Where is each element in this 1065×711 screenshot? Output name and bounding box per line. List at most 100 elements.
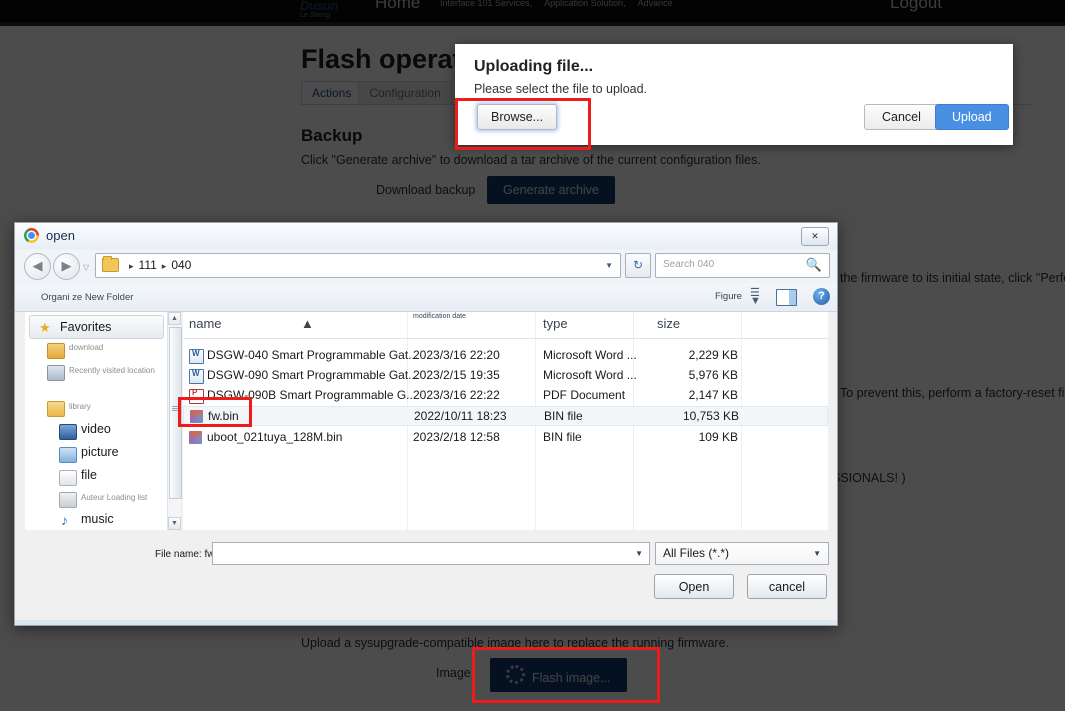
back-icon[interactable]: ◀ — [24, 253, 51, 280]
file-list-header: name ▲ modification date type size — [183, 312, 828, 339]
scroll-up-icon[interactable]: ▲ — [168, 312, 181, 325]
file-name: DSGW-040 Smart Programmable Gat... — [207, 348, 419, 362]
file-type: PDF Document — [543, 388, 626, 402]
chrome-icon — [24, 228, 39, 243]
chevron-down-icon[interactable]: ▼ — [813, 549, 821, 558]
sidebar-scrollbar[interactable]: ▲ ▼ — [167, 312, 182, 530]
view-figure-label[interactable]: Figure — [715, 291, 742, 302]
preview-pane-icon[interactable] — [776, 289, 797, 306]
scrollbar-thumb[interactable] — [169, 327, 182, 499]
column-header-size[interactable]: size — [657, 316, 680, 331]
forward-icon[interactable]: ▶ — [53, 253, 80, 280]
file-name: uboot_021tuya_128M.bin — [207, 430, 343, 444]
file-type: Microsoft Word ... — [543, 348, 637, 362]
breadcrumb-item-040[interactable]: 040 — [171, 258, 191, 272]
file-open-dialog: open ✕ ◀ ▶ ▽ ▸ 111 ▸ 040 ▼ ↻ Search 040 🔍 O… — [14, 222, 838, 626]
download-folder-icon — [47, 343, 65, 359]
file-list: name ▲ modification date type size DSGW-… — [183, 312, 828, 530]
library-icon — [47, 401, 65, 417]
refresh-icon[interactable]: ↻ — [625, 253, 651, 278]
breadcrumb: ▸ 111 ▸ 040 — [124, 258, 191, 272]
breadcrumb-item-111[interactable]: 111 — [139, 258, 157, 272]
table-row[interactable]: fw.bin 2022/10/11 18:23 BIN file 10,753 … — [183, 406, 828, 426]
upload-file-dialog: Uploading file... Please select the file… — [455, 44, 1013, 145]
scroll-down-icon[interactable]: ▼ — [168, 517, 181, 530]
open-button[interactable]: Open — [654, 574, 734, 599]
column-header-name[interactable]: name — [189, 316, 222, 331]
documents-icon — [59, 492, 77, 508]
sidebar-item-picture[interactable]: picture — [81, 445, 119, 459]
video-icon — [59, 424, 77, 440]
column-header-date[interactable]: modification date — [413, 313, 473, 321]
sidebar-item-documents[interactable]: Auteur Loading list — [81, 493, 147, 502]
address-bar[interactable]: ▸ 111 ▸ 040 ▼ — [95, 253, 621, 278]
search-placeholder: Search 040 — [663, 259, 715, 270]
help-icon[interactable]: ? — [813, 288, 830, 305]
sidebar-item-download[interactable]: download — [69, 343, 103, 352]
table-row[interactable]: DSGW-090B Smart Programmable G... 2023/3… — [183, 386, 828, 406]
file-dialog-sidebar: ★ Favorites download Recently visited lo… — [25, 312, 170, 530]
upload-dialog-title: Uploading file... — [474, 58, 594, 75]
file-dialog-toolbar: Organi ze New Folder Figure ☰ ▼ ? — [15, 283, 837, 312]
file-dialog-titlebar: open ✕ — [15, 223, 837, 249]
file-size: 109 KB — [698, 430, 738, 444]
history-dropdown-icon[interactable]: ▽ — [83, 263, 89, 272]
music-icon: ♪ — [61, 512, 68, 528]
upload-cancel-button[interactable]: Cancel — [864, 104, 939, 130]
chevron-down-icon[interactable]: ▼ — [605, 261, 613, 270]
footer-rule — [15, 620, 837, 625]
file-icon — [59, 470, 77, 486]
file-dialog-cancel-button[interactable]: cancel — [747, 574, 827, 599]
file-date: 2023/3/16 22:22 — [413, 388, 500, 402]
file-type-filter-value: All Files (*.*) — [663, 546, 730, 560]
file-size: 5,976 KB — [688, 368, 738, 382]
table-row[interactable]: DSGW-040 Smart Programmable Gat... 2023/… — [183, 346, 828, 366]
file-size: 10,753 KB — [682, 409, 739, 423]
file-dialog-footer: File name: fw.bin ▼ All Files (*.*) ▼ Op… — [15, 541, 837, 625]
word-file-icon — [189, 349, 204, 364]
recent-icon — [47, 365, 65, 381]
search-icon: 🔍 — [805, 257, 822, 272]
upload-dialog-subtitle: Please select the file to upload. — [474, 82, 648, 96]
file-name: DSGW-090B Smart Programmable G... — [207, 388, 417, 402]
breadcrumb-sep-1: ▸ — [161, 261, 167, 271]
breadcrumb-sep-0: ▸ — [129, 261, 134, 271]
sort-ascending-icon: ▲ — [301, 316, 314, 331]
file-date: 2023/2/15 19:35 — [413, 368, 500, 382]
favorites-label: Favorites — [60, 320, 112, 334]
file-size: 2,147 KB — [688, 388, 738, 402]
pdf-file-icon — [189, 388, 204, 404]
file-date: 2023/3/16 22:20 — [413, 348, 500, 362]
file-dialog-navbar: ◀ ▶ ▽ ▸ 111 ▸ 040 ▼ ↻ Search 040 🔍 — [15, 250, 837, 282]
sidebar-item-music[interactable]: music — [81, 512, 114, 526]
file-date: 2022/10/11 18:23 — [414, 409, 507, 423]
chevron-down-icon[interactable]: ▼ — [635, 549, 643, 558]
table-row[interactable]: uboot_021tuya_128M.bin 2023/2/18 12:58 B… — [183, 428, 828, 448]
file-type: BIN file — [544, 409, 583, 423]
sidebar-item-recent[interactable]: Recently visited location — [69, 366, 155, 375]
view-options-icon[interactable]: ☰ ▼ — [750, 288, 761, 307]
sidebar-item-file[interactable]: file — [81, 468, 97, 482]
file-date: 2023/2/18 12:58 — [413, 430, 500, 444]
file-name-label-text: File name: — [155, 549, 202, 560]
sidebar-item-library[interactable]: library — [69, 402, 91, 411]
file-dialog-title: open — [46, 228, 75, 243]
organize-new-folder-button[interactable]: Organi ze New Folder — [41, 292, 133, 303]
table-row[interactable]: DSGW-090 Smart Programmable Gat... 2023/… — [183, 366, 828, 386]
file-type: Microsoft Word ... — [543, 368, 637, 382]
file-type: BIN file — [543, 430, 582, 444]
favorites-header[interactable]: ★ Favorites — [29, 315, 164, 339]
word-file-icon — [189, 369, 204, 384]
file-type-filter-select[interactable]: All Files (*.*) ▼ — [655, 542, 829, 565]
scrollbar-grip — [172, 406, 179, 411]
file-size: 2,229 KB — [688, 348, 738, 362]
browse-button[interactable]: Browse... — [477, 104, 558, 130]
star-icon: ★ — [39, 320, 51, 335]
close-icon[interactable]: ✕ — [801, 227, 829, 246]
upload-confirm-button[interactable]: Upload — [935, 104, 1009, 130]
column-header-type[interactable]: type — [543, 316, 568, 331]
search-input[interactable]: Search 040 🔍 — [655, 253, 830, 278]
sidebar-item-video[interactable]: video — [81, 422, 111, 436]
file-name-input[interactable]: ▼ — [212, 542, 650, 565]
picture-icon — [59, 447, 77, 463]
